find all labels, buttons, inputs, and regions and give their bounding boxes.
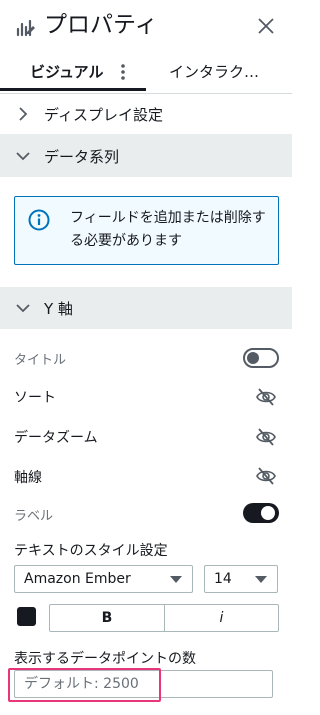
info-icon (28, 209, 50, 231)
panel-header: プロパティ (0, 0, 292, 52)
eye-slash-icon[interactable] (256, 388, 276, 406)
chevron-down-icon (16, 304, 30, 313)
active-tab-indicator (0, 88, 146, 91)
panel-title: プロパティ (44, 12, 158, 38)
font-size-select[interactable]: 14 (204, 565, 278, 593)
labels-label: ラベル (14, 509, 54, 524)
info-alert: フィールドを追加または削除する必要があります (14, 196, 279, 265)
section-label: Y 軸 (44, 300, 73, 318)
italic-button[interactable]: i (164, 604, 279, 632)
properties-icon (16, 19, 35, 37)
section-display-settings[interactable]: ディスプレイ設定 (0, 95, 292, 133)
font-family-value: Amazon Ember (24, 571, 131, 587)
data-points-input[interactable] (14, 670, 273, 698)
section-y-axis[interactable]: Y 軸 (0, 287, 292, 329)
title-label: タイトル (14, 353, 67, 368)
data-points-label: 表示するデータポイントの数 (14, 651, 196, 667)
font-family-select[interactable]: Amazon Ember (14, 565, 193, 593)
section-label: データ系列 (44, 148, 120, 166)
axis-line-label: 軸線 (14, 470, 42, 486)
chevron-down-icon (16, 152, 30, 161)
title-toggle[interactable] (243, 348, 279, 368)
tabs-divider (0, 93, 292, 94)
data-zoom-label: データズーム (14, 430, 98, 446)
tab-interactions[interactable]: インタラク… (169, 52, 259, 92)
labels-toggle[interactable] (243, 503, 279, 523)
toggle-knob (247, 352, 259, 364)
toggle-knob (261, 506, 275, 520)
eye-slash-icon[interactable] (256, 467, 276, 485)
chevron-right-icon (19, 107, 28, 121)
info-text: フィールドを追加または削除する必要があります (70, 210, 266, 249)
text-style-label: テキストのスタイル設定 (14, 543, 168, 559)
font-color-swatch[interactable] (17, 607, 36, 626)
font-size-value: 14 (214, 571, 232, 587)
section-data-series[interactable]: データ系列 (0, 134, 292, 177)
caret-down-icon (255, 576, 267, 583)
section-label: ディスプレイ設定 (44, 106, 163, 124)
eye-slash-icon[interactable] (256, 428, 276, 446)
tab-visual[interactable]: ビジュアル (30, 52, 104, 92)
caret-down-icon (170, 576, 182, 583)
close-icon[interactable] (256, 16, 276, 36)
kebab-menu-icon[interactable] (118, 62, 128, 82)
sort-label: ソート (14, 390, 56, 406)
bold-button[interactable]: B (49, 604, 165, 632)
